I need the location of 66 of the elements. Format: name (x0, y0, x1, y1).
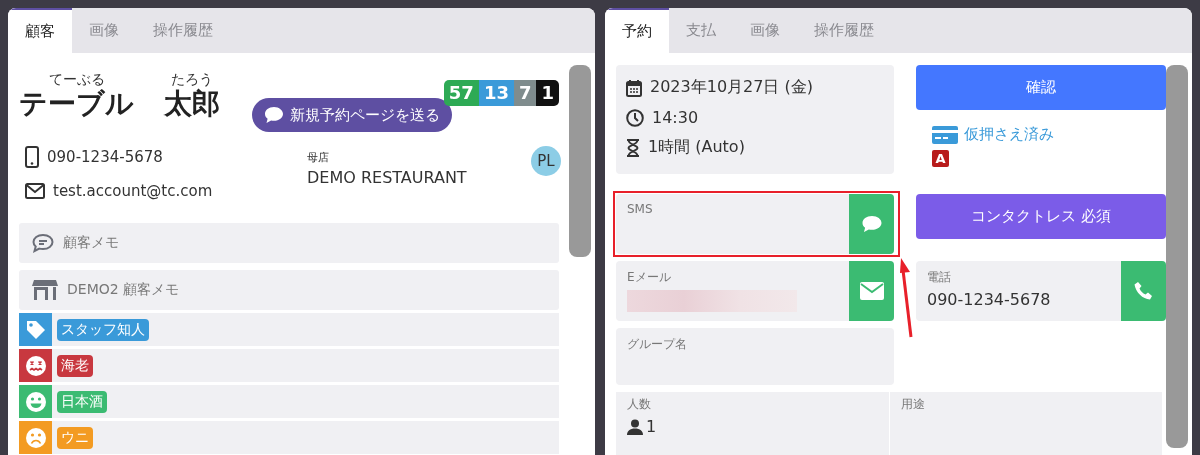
calendar-icon (626, 78, 642, 97)
memo-label: 顧客メモ (63, 234, 119, 252)
store-icon (31, 279, 59, 301)
reservation-date: 2023年10月27日 (金) (650, 77, 813, 98)
name-reading: てーぶる (48, 71, 105, 87)
send-email-button[interactable] (849, 261, 894, 321)
memo-row[interactable]: DEMO2 顧客メモ (19, 270, 559, 310)
home-store-label: 母店 (307, 150, 330, 165)
credit-card-icon (932, 125, 958, 144)
source-badge: A (932, 150, 949, 167)
envelope-icon (859, 282, 884, 300)
phone-handset-icon (1133, 281, 1154, 301)
phone-icon (25, 146, 39, 168)
tag-label: ウニ (57, 426, 93, 449)
field-label: SMS (627, 202, 654, 216)
visit-count: 13 (478, 80, 514, 106)
clock-icon (626, 108, 644, 127)
tab[interactable]: 画像 (72, 8, 136, 53)
reservation-duration: 1時間 (Auto) (648, 137, 745, 158)
tag-label: 海老 (57, 354, 93, 377)
tab[interactable]: 操作履歴 (797, 8, 891, 53)
field-label: Eメール (627, 269, 672, 286)
chat-icon (860, 215, 883, 233)
sms-field[interactable]: SMS (616, 194, 894, 254)
tab[interactable]: 顧客 (8, 8, 72, 53)
group-name-field[interactable]: グループ名 (616, 328, 894, 385)
customer-name: テーブル (19, 87, 134, 121)
person-icon (627, 418, 643, 435)
tab[interactable]: 画像 (733, 8, 797, 53)
field-label: 電話 (927, 269, 952, 286)
home-store-name: DEMO RESTAURANT (307, 168, 467, 187)
detail-label: 人数 (627, 396, 652, 413)
tag-label: スタッフ知人 (57, 318, 149, 341)
name-reading: たろう (171, 71, 213, 87)
phone-field[interactable]: 電話 090-1234-5678 (916, 261, 1166, 321)
memo-label: DEMO2 顧客メモ (67, 281, 180, 299)
tag-label: 日本酒 (57, 390, 107, 413)
field-value: 090-1234-5678 (927, 290, 1052, 309)
customer-name: 太郎 (164, 87, 220, 121)
reservation-time: 14:30 (652, 108, 699, 127)
scrollbar[interactable] (1166, 65, 1188, 448)
memo-row[interactable]: 顧客メモ (19, 223, 559, 263)
avatar: PL (531, 146, 561, 176)
email-field[interactable]: Eメール (616, 261, 894, 321)
chat-icon (31, 233, 55, 253)
send-sms-button[interactable] (849, 194, 894, 254)
hourglass-icon (626, 138, 640, 157)
contactless-required-button[interactable]: コンタクトレス 必須 (916, 194, 1166, 239)
envelope-icon (25, 183, 45, 199)
confirm-button[interactable]: 確認 (916, 65, 1166, 110)
tab[interactable]: 支払 (669, 8, 733, 53)
detail-label: 用途 (900, 396, 926, 413)
field-label: グループ名 (627, 336, 688, 353)
send-reservation-page-button[interactable]: 新規予約ページを送る (252, 98, 452, 132)
tab[interactable]: 予約 (605, 8, 669, 53)
visit-count: 7 (513, 80, 537, 106)
visit-count: 57 (443, 80, 479, 106)
phone-number: 090-1234-5678 (47, 148, 163, 166)
chat-icon (264, 106, 284, 124)
call-button[interactable] (1121, 261, 1166, 321)
email-address: test.account@tc.com (53, 182, 213, 200)
scrollbar[interactable] (569, 65, 591, 257)
tab[interactable]: 操作履歴 (136, 8, 230, 53)
payment-status-link[interactable]: 仮押さえ済み (932, 125, 1054, 144)
detail-value: 1 (646, 417, 657, 436)
visit-count: 1 (536, 80, 559, 106)
